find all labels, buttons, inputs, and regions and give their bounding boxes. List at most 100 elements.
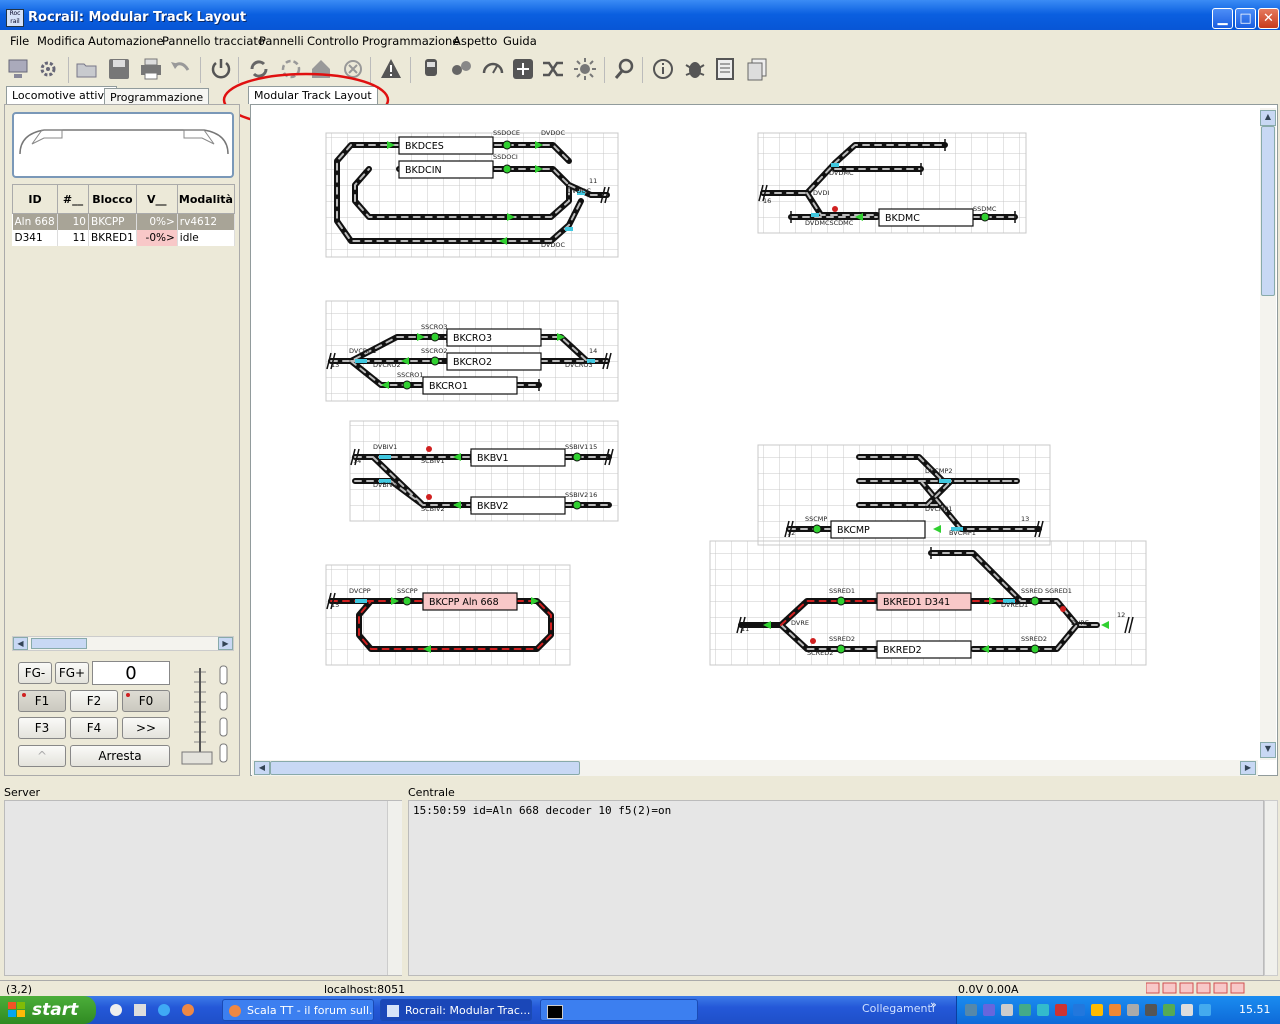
plan-label: DVDI	[813, 189, 829, 197]
speed-slider[interactable]	[180, 662, 232, 768]
network-icon[interactable]	[6, 56, 32, 82]
server-log[interactable]	[4, 800, 402, 976]
scroll-down-icon[interactable]: ▼	[1260, 742, 1276, 758]
start-button[interactable]: start	[0, 996, 96, 1024]
bug-icon[interactable]	[682, 56, 708, 82]
server-scrollbar[interactable]	[387, 801, 402, 975]
table-row[interactable]: D341 11 BKRED1 -0%> idle	[12, 230, 236, 246]
plan-label: SSRED2	[829, 635, 855, 643]
f1-button[interactable]: F1	[18, 690, 66, 712]
plan-label: SSDMC	[973, 205, 997, 213]
fg-minus-button[interactable]: FG-	[18, 662, 52, 684]
f2-button[interactable]: F2	[70, 690, 118, 712]
plan-label: DVCRO2	[373, 361, 401, 369]
toolbar	[0, 52, 1280, 86]
menu-controllo[interactable]: Controllo	[307, 34, 359, 48]
f0-button[interactable]: F0	[122, 690, 170, 712]
scroll-thumb[interactable]	[31, 638, 87, 649]
loco-address: 10	[57, 213, 89, 230]
switchbox-icon[interactable]	[510, 56, 536, 82]
maximize-button[interactable]: □	[1235, 8, 1256, 29]
plan-label: SSRED2	[1021, 635, 1047, 643]
block-label: BKBV1	[477, 453, 509, 464]
task-console[interactable]	[540, 999, 698, 1021]
fg-plus-button[interactable]: FG+	[55, 662, 89, 684]
menu-guida[interactable]: Guida	[503, 34, 537, 48]
scroll-right-icon[interactable]: ▶	[1240, 761, 1256, 775]
plan-label: SSCRO2	[421, 347, 448, 355]
plan-label: DVDOC	[541, 241, 565, 249]
zoom-icon[interactable]	[612, 56, 638, 82]
horizontal-scroll-thumb[interactable]	[270, 761, 580, 775]
column-header-id[interactable]: ID	[12, 184, 58, 214]
tab-locomotive-attive[interactable]: Locomotive attive	[6, 86, 117, 104]
locomotive-table[interactable]: ID #__ Blocco V__ Modalità Aln 668 10 BK…	[12, 184, 236, 246]
block-label: BKRED2	[883, 645, 922, 656]
plan-label: SCBIV1	[421, 457, 445, 465]
close-button[interactable]: ✕	[1258, 8, 1279, 29]
scroll-right-icon[interactable]: ▶	[218, 637, 233, 650]
menu-programmazione[interactable]: Programmazione	[362, 34, 459, 48]
print-icon[interactable]	[138, 56, 164, 82]
task-rocrail[interactable]: Rocrail: Modular Trac...	[380, 999, 532, 1021]
block-label: BKRED1 D341	[883, 597, 950, 608]
plan-label: DVCRO1	[349, 347, 377, 355]
column-header-mode[interactable]: Modalità	[176, 184, 236, 214]
column-header-block[interactable]: Blocco	[88, 184, 137, 214]
track-plan-area[interactable]: BKDCES BKDCIN BKDMC BKCRO3 BKCRO2 BKCRO1 BKBV1…	[250, 104, 1278, 776]
plan-label: DVRE	[1071, 619, 1089, 627]
menu-file[interactable]: File	[10, 34, 29, 48]
app-icon[interactable]: Roc rail	[6, 9, 24, 27]
locomotive-icon[interactable]	[418, 56, 444, 82]
links-toolbar[interactable]: Collegamenti	[862, 1002, 935, 1015]
plan-label: DVCPP	[349, 587, 371, 595]
plan-horizontal-scrollbar[interactable]: ◀ ▶	[252, 760, 1258, 776]
vertical-scroll-thumb[interactable]	[1261, 126, 1275, 296]
plan-label: DVRE	[791, 619, 809, 627]
block-label: BKCRO1	[429, 381, 468, 392]
undo-icon[interactable]	[168, 56, 194, 82]
plan-vertical-scrollbar[interactable]: ▲ ▼	[1260, 108, 1276, 760]
copy-icon[interactable]	[744, 56, 770, 82]
speedometer-icon[interactable]	[480, 56, 506, 82]
shuffle-icon[interactable]	[540, 56, 566, 82]
direction-button[interactable]: ^	[18, 745, 66, 767]
menu-modifica[interactable]: Modifica	[37, 34, 85, 48]
central-scrollbar[interactable]	[1264, 800, 1278, 976]
plan-label: 16	[763, 197, 771, 205]
stop-button[interactable]: Arresta	[70, 745, 170, 767]
minimize-button[interactable]: ▁	[1212, 8, 1233, 29]
menu-pannelli[interactable]: Pannelli	[259, 34, 304, 48]
document-icon[interactable]	[712, 56, 738, 82]
info-icon[interactable]	[650, 56, 676, 82]
task-browser[interactable]: Scala TT - il forum sull...	[222, 999, 374, 1021]
scroll-left-icon[interactable]: ◀	[13, 637, 28, 650]
scroll-left-icon[interactable]: ◀	[254, 761, 270, 775]
menu-aspetto[interactable]: Aspetto	[453, 34, 497, 48]
table-row[interactable]: Aln 668 10 BKCPP 0%> rv4612	[12, 213, 236, 230]
menu-automazione[interactable]: Automazione	[88, 34, 164, 48]
plan-label: DVCMP1	[925, 505, 953, 513]
railcar-icon[interactable]	[448, 56, 474, 82]
light-icon[interactable]	[572, 56, 598, 82]
track-plan[interactable]: BKDCES BKDCIN BKDMC BKCRO3 BKCRO2 BKCRO1 BKBV1…	[251, 105, 1259, 760]
folder-open-icon[interactable]	[74, 56, 100, 82]
central-log[interactable]: 15:50:59 id=Aln 668 decoder 10 f5(2)=on	[408, 800, 1264, 976]
save-icon[interactable]	[106, 56, 132, 82]
f3-button[interactable]: F3	[18, 717, 66, 739]
plan-label: 11	[741, 625, 749, 633]
plan-label: SCBIV2	[421, 505, 445, 513]
menu-pannello-tracciato[interactable]: Pannello tracciato	[162, 34, 265, 48]
plan-label: 13	[1021, 515, 1029, 523]
plan-label: BVCMP1	[949, 529, 976, 537]
column-header-address[interactable]: #__	[57, 184, 89, 214]
gear-icon[interactable]	[36, 56, 62, 82]
links-chevron-icon[interactable]: »	[930, 998, 937, 1011]
table-scrollbar[interactable]: ◀ ▶	[12, 636, 234, 651]
block-label: BKDCIN	[405, 165, 442, 176]
loco-mode: idle	[177, 230, 236, 246]
f4-button[interactable]: F4	[70, 717, 118, 739]
scroll-up-icon[interactable]: ▲	[1260, 110, 1276, 126]
column-header-speed[interactable]: V__	[135, 184, 178, 214]
more-functions-button[interactable]: >>	[122, 717, 170, 739]
